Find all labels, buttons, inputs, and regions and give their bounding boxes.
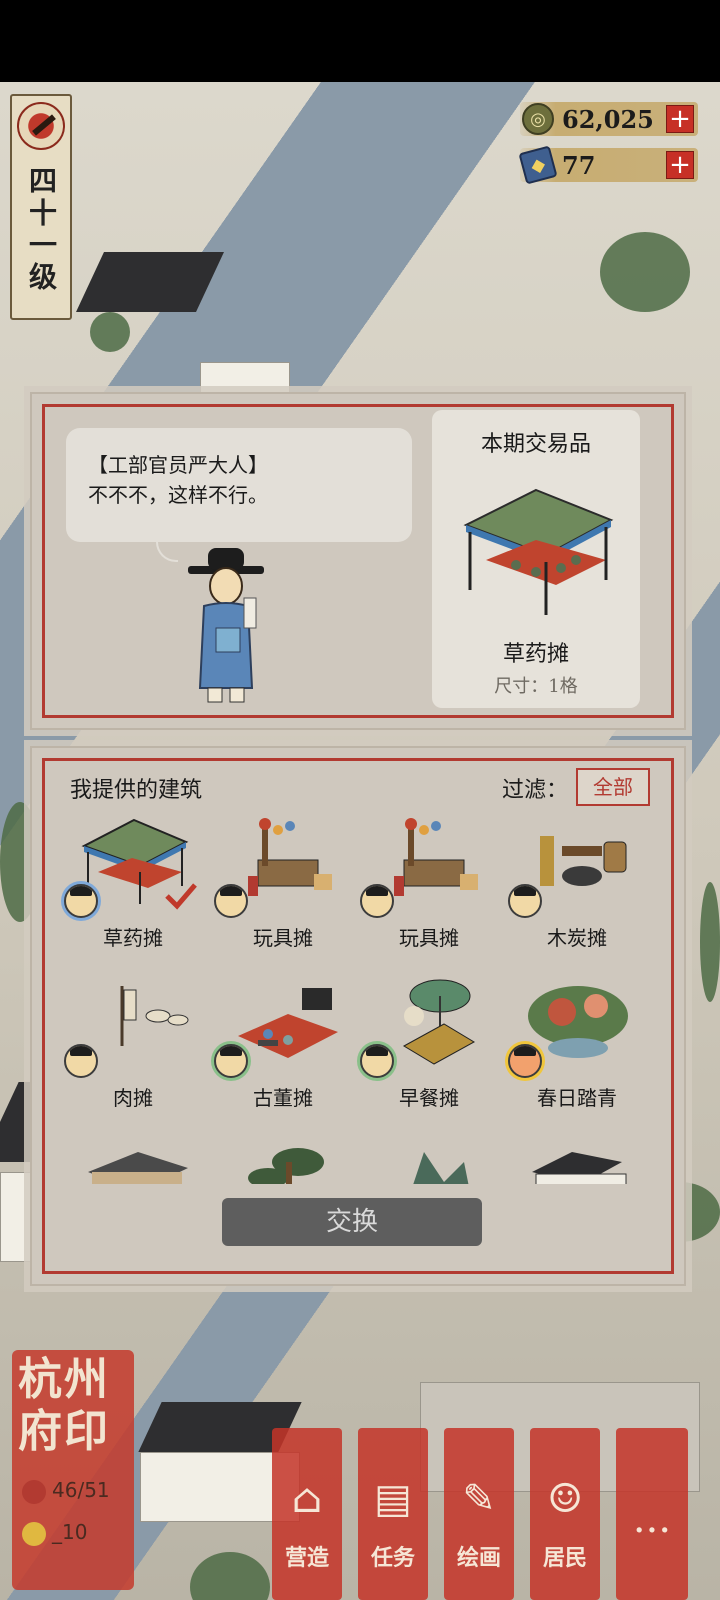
menu-label: 营造 <box>284 1545 329 1571</box>
menu-label: 绘画 <box>456 1545 501 1571</box>
building-label: 春日踏青 <box>537 1086 617 1110</box>
build-icon: ⌂ <box>291 1476 323 1522</box>
map-tree <box>700 882 720 1002</box>
gem-icon: ◆ <box>518 145 558 185</box>
speech-line: 不不不，这样不行。 <box>88 483 268 507</box>
menu-build-button[interactable]: ⌂ 营造 <box>272 1428 342 1600</box>
building-label: 肉摊 <box>113 1086 153 1110</box>
add-gems-button[interactable]: + <box>666 151 694 179</box>
building-item[interactable]: 木炭摊 <box>504 812 650 972</box>
map-tree <box>600 232 690 312</box>
trade-item-size: 尺寸：1格 <box>494 676 578 697</box>
building-item[interactable] <box>504 1128 650 1184</box>
level-text: 四十一级 <box>25 166 58 294</box>
building-item[interactable]: 春日踏青 <box>504 972 650 1132</box>
building-image <box>88 1152 188 1184</box>
menu-label: 居民 <box>542 1545 587 1571</box>
hangzhou-seal-panel[interactable]: 杭州府印 46/51 _10 <box>12 1350 134 1590</box>
population-value: 46/51 <box>52 1478 110 1502</box>
add-coins-button[interactable]: + <box>666 105 694 133</box>
menu-label: 任务 <box>370 1545 415 1571</box>
speech-bubble: 【工部官员严大人】 不不不，这样不行。 <box>66 428 412 542</box>
population-stat: 46/51 <box>22 1478 132 1504</box>
resident-face-icon <box>214 884 248 918</box>
filter-label: 过滤： <box>502 778 569 803</box>
resident-face-icon <box>64 1044 98 1078</box>
coin-counter: ◎ 62,025 + <box>520 102 698 136</box>
house-image <box>532 1152 627 1184</box>
trade-item-name: 草药摊 <box>502 642 569 667</box>
level-badge[interactable]: 四十一级 <box>10 94 72 320</box>
speaker-name: 【工部官员严大人】 <box>88 453 268 477</box>
map-tree <box>190 1552 270 1600</box>
building-label: 玩具摊 <box>399 926 459 950</box>
happy-resident-face-icon <box>508 1044 542 1078</box>
trade-item-card[interactable]: 本期交易品 草药摊 尺寸：1格 <box>432 410 640 708</box>
exchange-button[interactable]: 交换 <box>222 1198 482 1246</box>
resident-face-icon <box>214 1044 248 1078</box>
resource-value: _10 <box>52 1520 88 1544</box>
more-icon: ··· <box>632 1508 672 1554</box>
gem-value: 77 <box>562 150 596 180</box>
coin-icon: ◎ <box>522 103 554 135</box>
building-label: 木炭摊 <box>547 926 607 950</box>
map-building <box>76 252 224 312</box>
painting-icon: ✎ <box>462 1476 496 1522</box>
resident-face-icon <box>508 884 542 918</box>
building-item[interactable] <box>60 1128 206 1184</box>
official-character <box>188 548 264 703</box>
building-grid[interactable]: 草药摊 玩具摊 玩具摊 木炭摊 肉摊 古董摊 早餐摊 春日踏青 <box>60 812 660 1184</box>
building-item[interactable]: 玩具摊 <box>210 812 356 972</box>
resource-stat: _10 <box>22 1520 132 1546</box>
coin-value: 62,025 <box>562 104 654 134</box>
herb-stall-image <box>463 488 614 615</box>
seal-title: 杭州府印 <box>18 1354 110 1457</box>
selected-check-icon <box>165 883 197 910</box>
map-tree <box>90 312 130 352</box>
resident-icon: ☺ <box>547 1476 583 1522</box>
gem-counter: ◆ 77 + <box>518 145 698 185</box>
rock-garden-image <box>413 1152 469 1184</box>
resident-face-icon <box>360 884 394 918</box>
building-label: 早餐摊 <box>399 1086 459 1110</box>
building-item[interactable] <box>210 1128 356 1184</box>
status-bar <box>0 0 720 82</box>
menu-painting-button[interactable]: ✎ 绘画 <box>444 1428 514 1600</box>
pine-tree-image <box>248 1148 324 1184</box>
task-icon: ▤ <box>374 1476 412 1522</box>
building-label: 草药摊 <box>103 926 163 950</box>
menu-task-button[interactable]: ▤ 任务 <box>358 1428 428 1600</box>
building-item[interactable]: 玩具摊 <box>356 812 502 972</box>
filter-dropdown[interactable]: 全部 <box>576 768 650 806</box>
menu-more-button[interactable]: ··· <box>616 1428 688 1600</box>
building-item[interactable]: 早餐摊 <box>356 972 502 1132</box>
population-icon <box>22 1479 46 1504</box>
offer-title: 我提供的建筑 <box>70 778 203 803</box>
building-label: 玩具摊 <box>253 926 313 950</box>
trade-title: 本期交易品 <box>480 432 591 457</box>
building-item[interactable] <box>356 1128 502 1184</box>
resident-face-icon <box>360 1044 394 1078</box>
resident-face-icon <box>64 884 98 918</box>
building-label: 古董摊 <box>253 1086 313 1110</box>
building-item[interactable]: 肉摊 <box>60 972 206 1132</box>
building-item[interactable]: 草药摊 <box>60 812 206 972</box>
resource-icon <box>22 1521 46 1546</box>
menu-resident-button[interactable]: ☺ 居民 <box>530 1428 600 1600</box>
building-item[interactable]: 古董摊 <box>210 972 356 1132</box>
brush-emblem-icon <box>17 102 65 150</box>
